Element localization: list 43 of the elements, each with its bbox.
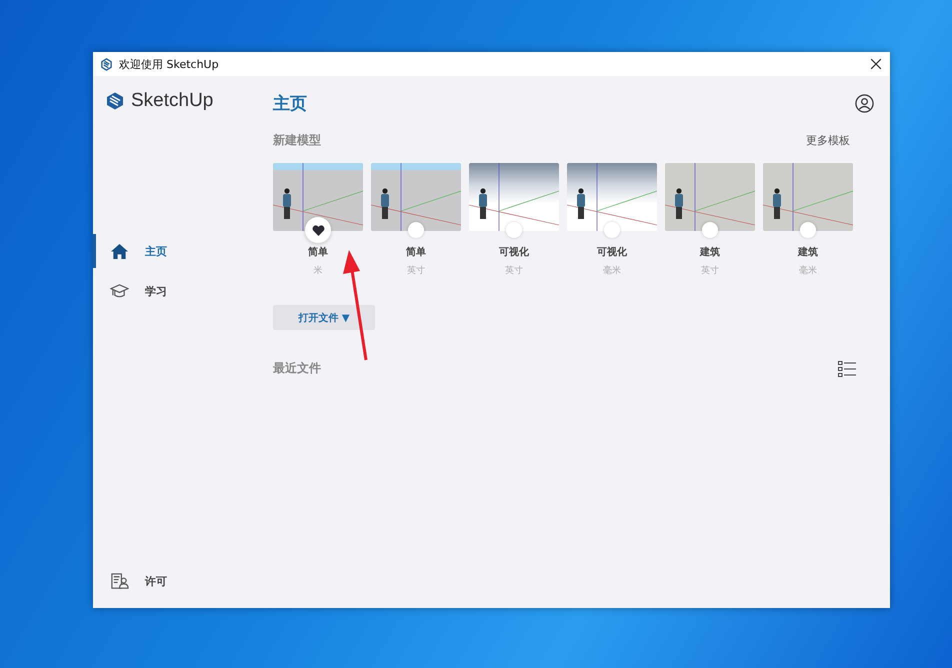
window-title: 欢迎使用 SketchUp <box>119 56 220 72</box>
nav-item[interactable]: 学习 <box>93 274 253 308</box>
template-name: 建筑 <box>700 246 720 259</box>
license-icon <box>110 572 129 590</box>
logo-icon <box>100 58 113 70</box>
home-icon <box>110 242 129 260</box>
template-thumbnail[interactable] <box>665 163 755 231</box>
section-heading: 最近文件 <box>273 360 321 377</box>
template-name: 可视化 <box>499 246 529 259</box>
template-name: 简单 <box>308 246 328 259</box>
page-title: 主页 <box>273 92 307 114</box>
template-name: 可视化 <box>597 246 627 259</box>
template-thumbnail[interactable] <box>273 163 363 231</box>
template-unit: 毫米 <box>799 264 817 277</box>
template-unit: 英寸 <box>505 264 523 277</box>
more-templates-link[interactable]: 更多模板 <box>806 133 850 148</box>
template-name: 建筑 <box>798 246 818 259</box>
nav-item[interactable]: 主页 <box>93 234 253 268</box>
favorite-toggle[interactable] <box>604 222 620 238</box>
account-icon[interactable] <box>855 94 874 112</box>
open-file-button[interactable]: 打开文件 ▼ <box>273 305 375 330</box>
section-heading: 新建模型 <box>273 132 321 149</box>
template-thumbnail[interactable] <box>763 163 853 231</box>
template-unit: 英寸 <box>407 264 425 277</box>
close-icon[interactable] <box>871 59 881 69</box>
template-unit: 毫米 <box>603 264 621 277</box>
template-unit: 米 <box>314 264 322 277</box>
template-unit: 英寸 <box>701 264 719 277</box>
template-thumbnail[interactable] <box>469 163 559 231</box>
brand-name: SketchUp <box>131 90 214 112</box>
favorite-toggle[interactable] <box>408 222 424 238</box>
template-thumbnail[interactable] <box>567 163 657 231</box>
logo-icon <box>105 91 125 111</box>
favorite-toggle[interactable] <box>702 222 718 238</box>
list-view-icon[interactable] <box>838 360 856 376</box>
template-name: 简单 <box>406 246 426 259</box>
favorite-toggle[interactable] <box>506 222 522 238</box>
favorite-toggle[interactable] <box>800 222 816 238</box>
template-thumbnail[interactable] <box>371 163 461 231</box>
heart-icon <box>312 224 324 236</box>
license-item[interactable]: 许可 <box>93 564 253 598</box>
graduation-cap-icon <box>110 282 129 300</box>
favorite-toggle[interactable] <box>305 217 331 243</box>
